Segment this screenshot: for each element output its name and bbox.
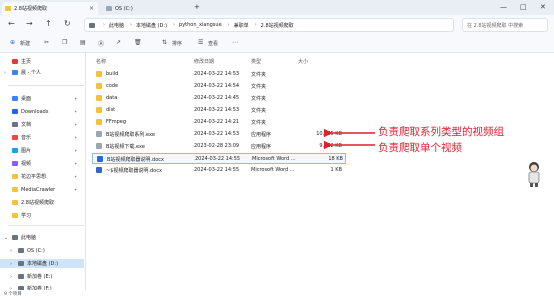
- annotation-arrows: [324, 128, 375, 150]
- item-count: 9 个项目: [4, 292, 22, 297]
- annotation-series: 负责爬取系列类型的视频组: [378, 126, 504, 138]
- annotation-single: 负责爬取单个视频: [378, 142, 462, 154]
- status-bar: 9 个项目: [0, 290, 554, 300]
- mascot-image: [528, 162, 540, 187]
